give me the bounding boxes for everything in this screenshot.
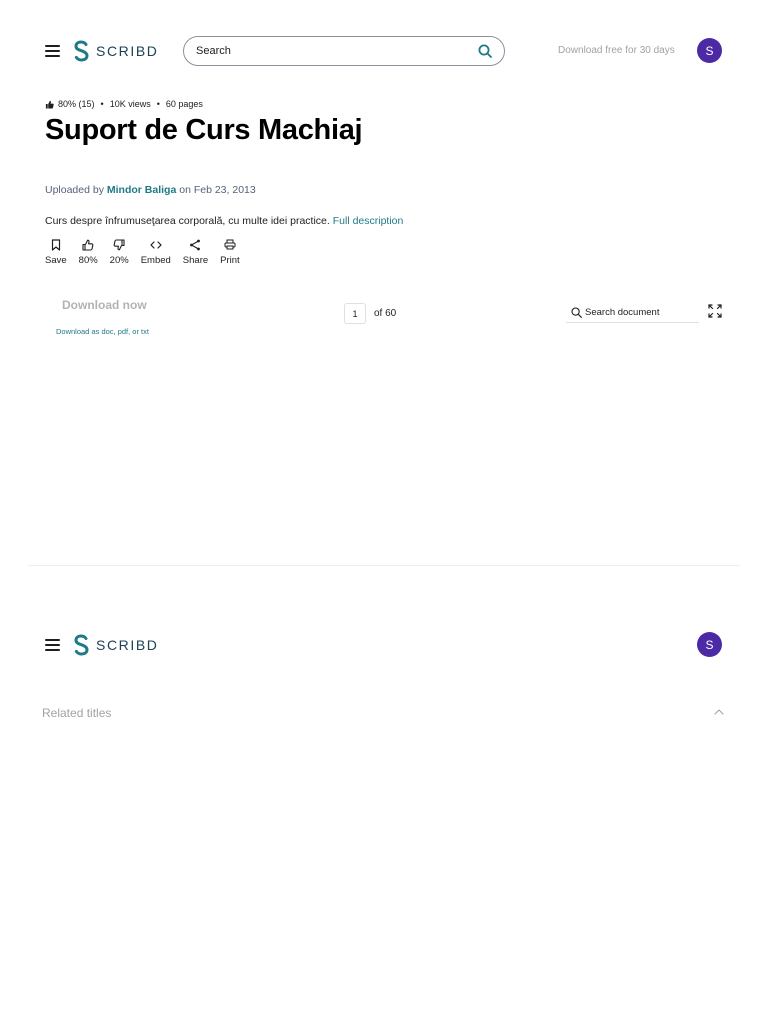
full-description-link[interactable]: Full description: [333, 215, 404, 227]
rating-text: 80% (15): [58, 99, 95, 109]
document-actions: Save 80% 20% Embed Share Print: [45, 237, 252, 266]
separator-dot: •: [100, 99, 104, 109]
download-formats-link[interactable]: Download as doc, pdf, or txt: [56, 327, 149, 336]
menu-icon[interactable]: [45, 45, 60, 57]
search-document-input[interactable]: [585, 306, 695, 318]
embed-button[interactable]: Embed: [141, 237, 171, 266]
upvote-percent: 80%: [78, 255, 98, 266]
uploaded-prefix: Uploaded by: [45, 184, 104, 196]
search-input[interactable]: [196, 45, 476, 57]
save-label: Save: [45, 255, 67, 266]
search-document-field[interactable]: [566, 302, 699, 323]
print-icon: [224, 237, 236, 252]
save-button[interactable]: Save: [45, 237, 67, 266]
download-now-button[interactable]: Download now: [62, 298, 147, 312]
download-free-trial-link[interactable]: Download free for 30 days: [558, 45, 675, 56]
document-description: Curs despre înfrumuseţarea corporală, cu…: [45, 215, 403, 227]
upvote-button[interactable]: 80%: [79, 237, 98, 266]
share-label: Share: [182, 255, 209, 266]
upload-date: on Feb 23, 2013: [179, 184, 256, 196]
upload-info: Uploaded by Mindor Baliga on Feb 23, 201…: [45, 184, 256, 196]
scribd-logo[interactable]: SCRIBD: [73, 40, 159, 62]
scribd-logo-icon: [74, 634, 89, 656]
description-text: Curs despre înfrumuseţarea corporală, cu…: [45, 215, 330, 227]
bookmark-icon: [51, 237, 61, 252]
logo-wordmark: SCRIBD: [96, 43, 159, 59]
print-button[interactable]: Print: [220, 237, 240, 266]
page-number-input[interactable]: [344, 303, 366, 324]
thumbs-down-icon: [113, 237, 125, 252]
downvote-button[interactable]: 20%: [110, 237, 129, 266]
document-stats: 80% (15) • 10K views • 60 pages: [45, 99, 203, 109]
fullscreen-icon[interactable]: [708, 304, 722, 318]
share-button[interactable]: Share: [183, 237, 208, 266]
section-divider: [28, 565, 740, 566]
thumbs-up-icon: [82, 237, 94, 252]
code-icon: [150, 237, 162, 252]
user-avatar[interactable]: S: [697, 632, 722, 657]
menu-icon[interactable]: [45, 639, 60, 651]
uploader-link[interactable]: Mindor Baliga: [107, 184, 176, 196]
scribd-logo-icon: [74, 40, 89, 62]
separator-dot: •: [156, 99, 160, 109]
embed-label: Embed: [140, 255, 171, 266]
scribd-logo[interactable]: SCRIBD: [73, 634, 159, 656]
page-total: of 60: [374, 308, 397, 319]
page-count: 60 pages: [165, 99, 203, 109]
search-icon[interactable]: [476, 42, 494, 60]
print-label: Print: [220, 255, 240, 266]
downvote-percent: 20%: [109, 255, 129, 266]
thumbs-up-icon: [45, 100, 54, 109]
views-count: 10K views: [109, 99, 151, 109]
chevron-up-icon[interactable]: [713, 707, 725, 717]
document-title: Suport de Curs Machiaj: [45, 114, 363, 146]
user-avatar[interactable]: S: [697, 38, 722, 63]
search-icon: [571, 306, 582, 318]
logo-wordmark: SCRIBD: [96, 637, 159, 653]
search-bar[interactable]: [183, 36, 505, 66]
related-titles-heading[interactable]: Related titles: [42, 706, 111, 720]
share-icon: [189, 237, 201, 252]
